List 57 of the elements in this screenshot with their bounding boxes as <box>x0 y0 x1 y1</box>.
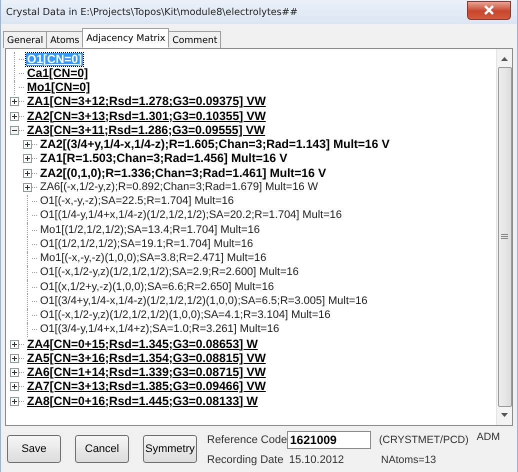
source-text: (CRYSTMET/PCD) <box>379 433 469 447</box>
tree-item[interactable]: O1[(-x,1/2-y,z)(1/2,1/2,1/2);SA=2.9;R=2.600] Mult=16 <box>39 266 300 280</box>
tree-item[interactable]: Mo1[CN=0] <box>26 81 92 94</box>
dialog-button[interactable]: Symmetry <box>143 435 197 463</box>
expand-icon[interactable] <box>23 140 32 150</box>
window-title: Crystal Data in E:\Projects\Topos\Kit\module8\electrolytes## <box>6 6 298 18</box>
expand-icon[interactable] <box>23 182 32 192</box>
tab[interactable]: Comment <box>168 31 222 48</box>
reference-code-label: Reference Code <box>207 434 287 446</box>
scroll-up-icon[interactable] <box>501 57 508 61</box>
expand-icon[interactable] <box>10 368 19 378</box>
tree-item[interactable]: O1[(-x,-y,-z);SA=22.5;R=1.704] Mult=16 <box>39 195 235 208</box>
tree-item[interactable]: ZA1[R=1.503;Chan=3;Rad=1.456] Mult=16 V <box>39 152 288 166</box>
scroll-thumb[interactable] <box>498 67 512 407</box>
scrollbar[interactable] <box>496 49 512 425</box>
tree-item[interactable]: ZA5[CN=3+16;Rsd=1.354;G3=0.08815] VW <box>26 352 267 365</box>
tree-item[interactable]: O1[(x,1/2+y,-z)(1,0,0);SA=6.6;R=2.650] Mult=16 <box>39 280 275 294</box>
tree-item[interactable]: ZA4[CN=0+15;Rsd=1.345;G3=0.08653] W <box>26 338 259 351</box>
expand-icon[interactable] <box>10 97 19 106</box>
tab[interactable]: General <box>3 31 48 48</box>
expand-icon[interactable] <box>10 354 19 363</box>
tree-item[interactable]: ZA6[CN=1+14;Rsd=1.339;G3=0.08715] VW <box>26 366 267 380</box>
tree-item[interactable]: ZA2[(0,1,0);R=1.336;Chan=3;Rad=1.461] Mult=16 V <box>39 166 328 180</box>
dialog-button[interactable]: Save <box>7 435 61 463</box>
expand-icon[interactable] <box>10 112 19 121</box>
tree-item[interactable]: ZA2[CN=3+13;Rsd=1.301;G3=0.10355] VW <box>26 110 267 123</box>
expand-icon[interactable] <box>23 154 32 164</box>
tree-item[interactable]: Ca1[CN=0] <box>26 66 90 80</box>
collapse-icon[interactable] <box>10 126 19 135</box>
tree-item[interactable]: ZA2[(3/4+y,1/4-x,1/4-z);R=1.605;Chan=3;Rad=1.143] Mult=16 V <box>39 138 391 152</box>
tree-item[interactable]: ZA1[CN=3+12;Rsd=1.278;G3=0.09375] VW <box>26 95 267 108</box>
tab[interactable]: Adjacency Matrix <box>82 28 170 48</box>
tree-item[interactable]: O1[(1/4-y,1/4+x,1/4-z)(1/2,1/2,1/2);SA=20.2;R=1.704] Mult=16 <box>39 209 343 222</box>
natoms-text: NAtoms=13 <box>381 453 438 467</box>
tree-item[interactable]: O1[(-x,1/2-y,z)(1/2,1/2,1/2)(1,0,0);SA=4.1;R=3.104] Mult=16 <box>39 309 332 322</box>
tree-item[interactable]: ZA6[(-x,1/2-y,z);R=0.892;Chan=3;Rad=1.679] Mult=16 W <box>39 180 319 194</box>
dialog-button[interactable]: Cancel <box>75 435 129 463</box>
close-icon <box>483 5 495 15</box>
tree-item[interactable]: ZA7[CN=3+13;Rsd=1.385;G3=0.09466] VW <box>26 380 267 394</box>
expand-icon[interactable] <box>10 382 19 392</box>
tree-item[interactable]: O1[(1/2,1/2,1/2);SA=19.1;R=1.704] Mult=16 <box>39 238 254 251</box>
reference-code-field[interactable]: 1621009 <box>287 431 371 449</box>
recording-date-value: 15.10.2012 <box>288 454 346 466</box>
scroll-down-icon[interactable] <box>501 413 508 417</box>
tree-item[interactable]: Mo1[(1/2,1/2,1/2);SA=13.4;R=1.704] Mult=16 <box>39 224 261 237</box>
expand-icon[interactable] <box>10 340 19 349</box>
tag-text: ADM <box>476 431 500 443</box>
tree-item[interactable]: ZA3[CN=3+11;Rsd=1.286;G3=0.09555] VW <box>26 124 266 137</box>
tree-item[interactable]: O1[(3/4-y,1/4+x,1/4+z);SA=1.0;R=3.261] Mult=16 <box>39 323 280 336</box>
tree-item[interactable]: O1[(3/4+y,1/4-x,1/4-z)(1/2,1/2,1/2)(1,0,0);SA=6.5;R=3.005] Mult=16 <box>39 294 369 308</box>
recording-date-label: Recording Date <box>207 454 284 466</box>
grip-icon <box>501 234 508 240</box>
tree-item[interactable]: Mo1[(-x,-y,-z)(1,0,0);SA=3.8;R=2.471] Mult=16 <box>39 252 268 266</box>
tree-item[interactable]: ZA8[CN=0+16;Rsd=1.445;G3=0.08133] W <box>26 394 259 408</box>
close-button[interactable] <box>467 0 511 20</box>
expand-icon[interactable] <box>23 168 32 178</box>
expand-icon[interactable] <box>10 396 19 406</box>
